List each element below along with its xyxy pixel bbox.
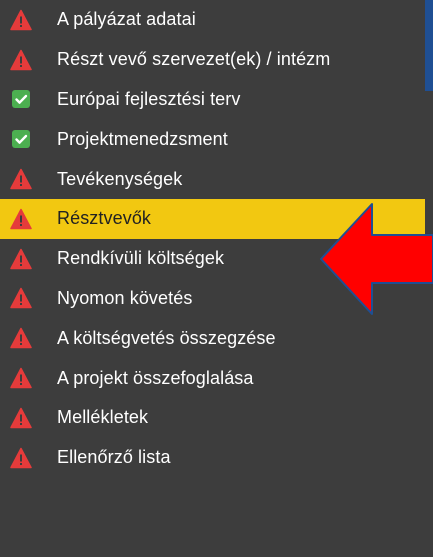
warning-triangle-icon bbox=[10, 407, 32, 429]
warning-triangle-icon bbox=[10, 287, 32, 309]
project-navigation-menu: A pályázat adatai Részt vevő szervezet(e… bbox=[0, 0, 425, 557]
warning-triangle-icon bbox=[10, 49, 32, 71]
sidebar-item-activities[interactable]: Tevékenységek bbox=[0, 159, 425, 199]
sidebar-item-label: Ellenőrző lista bbox=[57, 447, 171, 468]
sidebar-item-project-management[interactable]: Projektmenedzsment bbox=[0, 119, 425, 159]
sidebar-item-annexes[interactable]: Mellékletek bbox=[0, 398, 425, 438]
sidebar-item-european-development-plan[interactable]: Európai fejlesztési terv bbox=[0, 80, 425, 120]
warning-triangle-icon bbox=[10, 9, 32, 31]
checkmark-icon bbox=[10, 88, 32, 110]
sidebar-item-participants[interactable]: Résztvevők bbox=[0, 198, 425, 239]
sidebar-item-label: A költségvetés összegzése bbox=[57, 327, 276, 348]
warning-triangle-icon bbox=[10, 248, 32, 270]
sidebar-item-label: Tevékenységek bbox=[57, 168, 183, 189]
warning-triangle-icon bbox=[10, 208, 32, 230]
warning-triangle-icon bbox=[10, 168, 32, 190]
sidebar-item-label: Mellékletek bbox=[57, 407, 149, 428]
sidebar-item-label: Projektmenedzsment bbox=[57, 128, 228, 149]
sidebar-item-label: Részt vevő szervezet(ek) / intézm bbox=[57, 49, 331, 70]
sidebar-item-exceptional-costs[interactable]: Rendkívüli költségek bbox=[0, 239, 425, 279]
sidebar-item-label: A projekt összefoglalása bbox=[57, 367, 254, 388]
warning-triangle-icon bbox=[10, 447, 32, 469]
sidebar-item-label: A pályázat adatai bbox=[57, 9, 196, 30]
sidebar-item-participating-organisations[interactable]: Részt vevő szervezet(ek) / intézm bbox=[0, 40, 425, 80]
sidebar-item-follow-up[interactable]: Nyomon követés bbox=[0, 279, 425, 319]
sidebar-item-label: Európai fejlesztési terv bbox=[57, 88, 241, 109]
sidebar-item-label: Nyomon követés bbox=[57, 287, 193, 308]
sidebar-item-label: Rendkívüli költségek bbox=[57, 248, 225, 269]
sidebar-item-checklist[interactable]: Ellenőrző lista bbox=[0, 438, 425, 478]
warning-triangle-icon bbox=[10, 367, 32, 389]
checkmark-icon bbox=[10, 128, 32, 150]
sidebar-item-application-data[interactable]: A pályázat adatai bbox=[0, 0, 425, 40]
sidebar-item-project-summary[interactable]: A projekt összefoglalása bbox=[0, 358, 425, 398]
blue-accent-bar bbox=[425, 0, 433, 91]
warning-triangle-icon bbox=[10, 327, 32, 349]
sidebar-item-budget-summary[interactable]: A költségvetés összegzése bbox=[0, 318, 425, 358]
project-navigation-panel: A pályázat adatai Részt vevő szervezet(e… bbox=[0, 0, 433, 557]
sidebar-item-label: Résztvevők bbox=[57, 208, 152, 229]
